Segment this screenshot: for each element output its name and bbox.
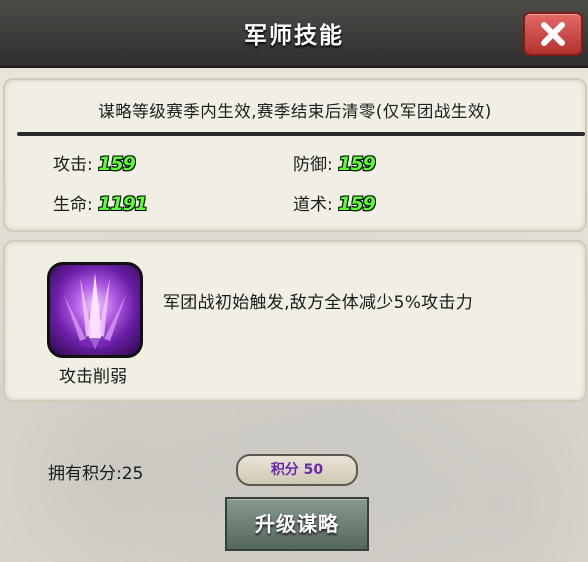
stat-value: 159 xyxy=(338,153,376,175)
stat-attack: 攻击: 159 xyxy=(53,150,136,175)
claw-strike-icon[interactable] xyxy=(47,262,143,358)
stat-label: 防御: xyxy=(293,155,333,175)
cost-badge: 积分 50 xyxy=(236,454,358,486)
season-notice: 谋略等级赛季内生效,赛季结束后清零(仅军团战生效) xyxy=(98,102,492,121)
close-icon xyxy=(541,22,565,46)
points-owned: 拥有积分:25 xyxy=(48,464,144,484)
divider xyxy=(17,132,585,136)
window-title: 军师技能 xyxy=(244,23,344,49)
stat-value: 159 xyxy=(338,193,376,215)
stat-defense: 防御: 159 xyxy=(293,150,376,175)
skill-panel: 攻击削弱 军团战初始触发,敌方全体减少5%攻击力 xyxy=(3,240,587,402)
upgrade-button[interactable]: 升级谋略 xyxy=(225,497,369,551)
stat-health: 生命: 1191 xyxy=(53,190,148,215)
skill-description: 军团战初始触发,敌方全体减少5%攻击力 xyxy=(163,293,474,313)
stat-label: 生命: xyxy=(53,195,93,215)
title-bar: 军师技能 xyxy=(0,0,588,68)
info-panel: 谋略等级赛季内生效,赛季结束后清零(仅军团战生效) 攻击: 159 防御: 15… xyxy=(3,78,587,232)
stat-label: 道术: xyxy=(293,195,333,215)
stat-label: 攻击: xyxy=(53,155,93,175)
stat-taoism: 道术: 159 xyxy=(293,190,376,215)
stat-value: 159 xyxy=(98,153,136,175)
close-button[interactable] xyxy=(523,12,583,56)
stat-value: 1191 xyxy=(98,193,148,215)
skill-name: 攻击削弱 xyxy=(59,367,127,387)
